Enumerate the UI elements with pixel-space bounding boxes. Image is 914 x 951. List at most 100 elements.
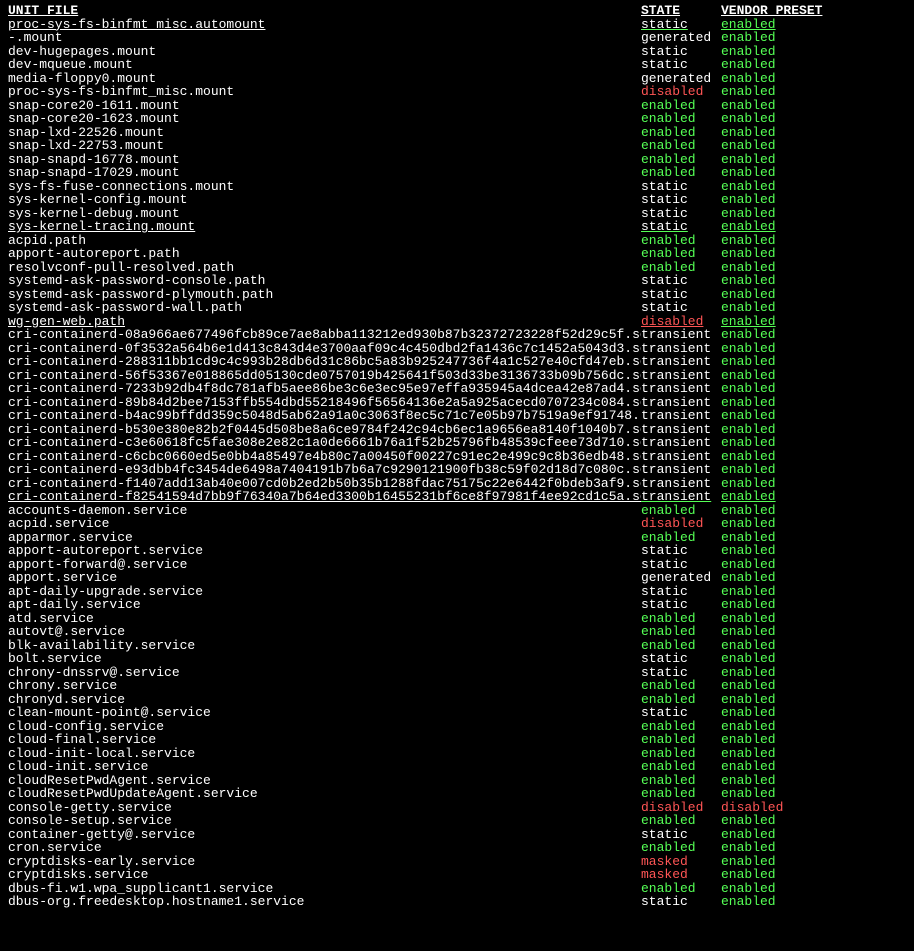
unit-preset: enabled	[721, 895, 906, 909]
unit-state: transient	[641, 342, 721, 356]
unit-row: snap-snapd-17029.mountenabledenabled	[8, 166, 906, 180]
unit-state: enabled	[641, 139, 721, 153]
unit-row: sys-fs-fuse-connections.mountstaticenabl…	[8, 180, 906, 194]
unit-name: cri-containerd-56f53367e018865dd05130cde…	[8, 369, 641, 383]
unit-row: apport.servicegeneratedenabled	[8, 571, 906, 585]
unit-preset: enabled	[721, 814, 906, 828]
unit-row: media-floppy0.mountgeneratedenabled	[8, 72, 906, 86]
unit-state: enabled	[641, 841, 721, 855]
unit-row: cryptdisks-early.servicemaskedenabled	[8, 855, 906, 869]
unit-name: apt-daily-upgrade.service	[8, 585, 641, 599]
unit-preset: enabled	[721, 126, 906, 140]
unit-name: atd.service	[8, 612, 641, 626]
unit-state: static	[641, 558, 721, 572]
unit-state: enabled	[641, 112, 721, 126]
unit-row: proc-sys-fs-binfmt_misc.mountdisabledena…	[8, 85, 906, 99]
unit-name: systemd-ask-password-console.path	[8, 274, 641, 288]
unit-name: accounts-daemon.service	[8, 504, 641, 518]
unit-row: systemd-ask-password-console.pathstatice…	[8, 274, 906, 288]
unit-row: apport-autoreport.servicestaticenabled	[8, 544, 906, 558]
unit-name: apport-autoreport.service	[8, 544, 641, 558]
unit-preset: enabled	[721, 517, 906, 531]
unit-name: acpid.path	[8, 234, 641, 248]
unit-name: resolvconf-pull-resolved.path	[8, 261, 641, 275]
unit-preset: enabled	[721, 45, 906, 59]
unit-state: masked	[641, 855, 721, 869]
unit-state: enabled	[641, 774, 721, 788]
unit-name: cloud-init.service	[8, 760, 641, 774]
unit-state: transient	[641, 477, 721, 491]
unit-name: cloud-final.service	[8, 733, 641, 747]
unit-row: apparmor.serviceenabledenabled	[8, 531, 906, 545]
unit-name: cloud-config.service	[8, 720, 641, 734]
unit-state: static	[641, 207, 721, 221]
unit-row: cri-containerd-f1407add13ab40e007cd0b2ed…	[8, 477, 906, 491]
unit-name: console-getty.service	[8, 801, 641, 815]
unit-preset: enabled	[721, 409, 906, 423]
unit-name: cloud-init-local.service	[8, 747, 641, 761]
unit-state: transient	[641, 382, 721, 396]
unit-preset: enabled	[721, 693, 906, 707]
unit-preset: enabled	[721, 31, 906, 45]
unit-state: static	[641, 220, 721, 234]
unit-row: cron.serviceenabledenabled	[8, 841, 906, 855]
unit-state: static	[641, 828, 721, 842]
unit-state: enabled	[641, 126, 721, 140]
unit-state: static	[641, 45, 721, 59]
unit-row: acpid.pathenabledenabled	[8, 234, 906, 248]
unit-name: sys-kernel-tracing.mount	[8, 220, 641, 234]
unit-row: clean-mount-point@.servicestaticenabled	[8, 706, 906, 720]
unit-row: cri-containerd-56f53367e018865dd05130cde…	[8, 369, 906, 383]
unit-preset: enabled	[721, 544, 906, 558]
unit-row: cloud-config.serviceenabledenabled	[8, 720, 906, 734]
unit-preset: enabled	[721, 288, 906, 302]
unit-name: dbus-fi.w1.wpa_supplicant1.service	[8, 882, 641, 896]
unit-preset: enabled	[721, 315, 906, 329]
unit-state: static	[641, 288, 721, 302]
unit-row: wg-gen-web.pathdisabledenabled	[8, 315, 906, 329]
unit-name: snap-lxd-22753.mount	[8, 139, 641, 153]
unit-preset: enabled	[721, 841, 906, 855]
unit-state: transient	[641, 423, 721, 437]
unit-state: static	[641, 598, 721, 612]
unit-state: generated	[641, 571, 721, 585]
unit-preset: enabled	[721, 625, 906, 639]
unit-row: cri-containerd-f82541594d7bb9f76340a7b64…	[8, 490, 906, 504]
unit-state: static	[641, 666, 721, 680]
unit-name: cloudResetPwdAgent.service	[8, 774, 641, 788]
unit-preset: enabled	[721, 450, 906, 464]
unit-name: apt-daily.service	[8, 598, 641, 612]
unit-state: transient	[641, 463, 721, 477]
unit-row: dbus-org.freedesktop.hostname1.servicest…	[8, 895, 906, 909]
unit-row: cri-containerd-b4ac99bffdd359c5048d5ab62…	[8, 409, 906, 423]
unit-preset: enabled	[721, 436, 906, 450]
unit-preset: enabled	[721, 706, 906, 720]
unit-preset: enabled	[721, 463, 906, 477]
unit-row: systemd-ask-password-wall.pathstaticenab…	[8, 301, 906, 315]
unit-preset: enabled	[721, 598, 906, 612]
unit-preset: enabled	[721, 301, 906, 315]
unit-name: snap-snapd-17029.mount	[8, 166, 641, 180]
unit-row: cri-containerd-08a966ae677496fcb89ce7ae8…	[8, 328, 906, 342]
unit-preset: enabled	[721, 139, 906, 153]
unit-name: snap-snapd-16778.mount	[8, 153, 641, 167]
unit-state: static	[641, 58, 721, 72]
unit-row: chrony-dnssrv@.servicestaticenabled	[8, 666, 906, 680]
unit-name: cri-containerd-0f3532a564b6e1d413c843d4e…	[8, 342, 641, 356]
unit-name: snap-core20-1611.mount	[8, 99, 641, 113]
unit-state: transient	[641, 369, 721, 383]
unit-state: transient	[641, 450, 721, 464]
unit-preset: enabled	[721, 666, 906, 680]
unit-row: -.mountgeneratedenabled	[8, 31, 906, 45]
unit-preset: enabled	[721, 261, 906, 275]
unit-row: systemd-ask-password-plymouth.pathstatic…	[8, 288, 906, 302]
unit-name: dev-hugepages.mount	[8, 45, 641, 59]
unit-state: enabled	[641, 693, 721, 707]
unit-state: transient	[641, 328, 721, 342]
unit-row: dev-hugepages.mountstaticenabled	[8, 45, 906, 59]
unit-preset: enabled	[721, 328, 906, 342]
unit-name: proc-sys-fs-binfmt_misc.mount	[8, 85, 641, 99]
unit-preset: enabled	[721, 18, 906, 32]
unit-state: enabled	[641, 261, 721, 275]
unit-state: enabled	[641, 531, 721, 545]
